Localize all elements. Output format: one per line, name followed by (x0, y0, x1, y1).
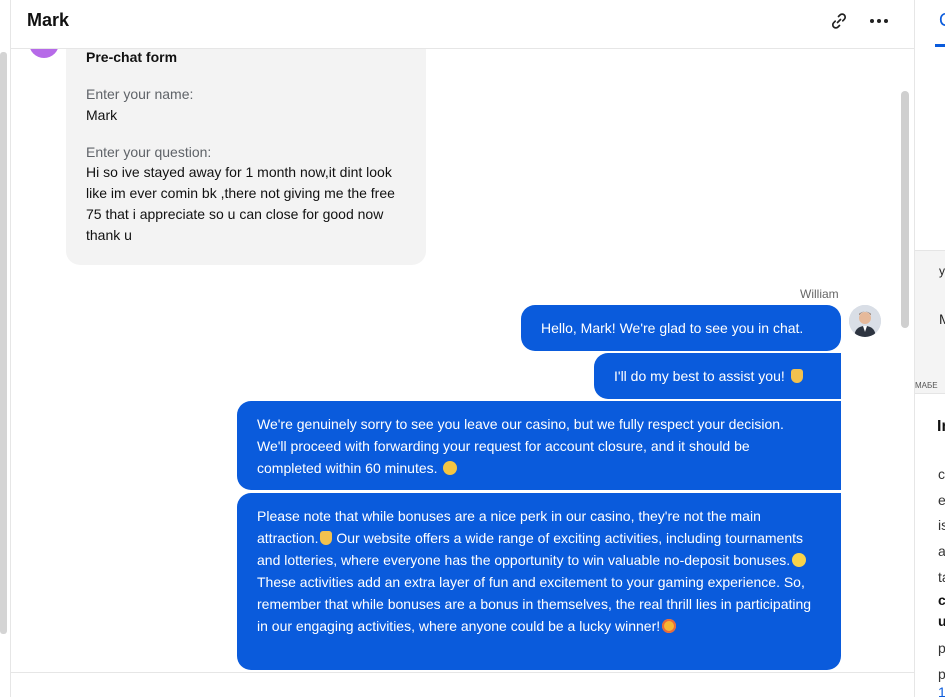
map-label: у (939, 264, 945, 278)
question-label: Enter your question: (86, 144, 212, 160)
pre-chat-form-card: Pre-chat form Enter your name: Mark Ente… (66, 30, 426, 265)
question-value: Hi so ive stayed away for 1 month now,it… (86, 164, 395, 243)
info-text: p (938, 640, 945, 656)
info-heading: In (937, 418, 945, 435)
info-text: c (938, 592, 945, 608)
info-text: is (938, 517, 945, 533)
sad-face-icon (443, 461, 458, 475)
message-text: Our website offers a wide range of excit… (257, 530, 804, 568)
star-struck-face-icon (662, 619, 677, 633)
folded-hands-icon (790, 369, 803, 383)
tab-details[interactable]: C (939, 10, 945, 31)
active-tab-indicator (935, 44, 945, 47)
name-value: Mark (86, 107, 118, 123)
contact-name: Mark (27, 10, 70, 30)
info-text: u (938, 613, 945, 629)
info-text: ta (938, 569, 945, 585)
map-label: M (939, 311, 945, 327)
info-text: a (938, 543, 945, 559)
chat-scrollbar-thumb[interactable] (901, 91, 909, 328)
info-text: e (938, 492, 945, 508)
agent-avatar (849, 305, 881, 337)
link-icon[interactable] (829, 11, 849, 31)
map-label: МАБЕ (915, 381, 938, 390)
info-text: p (938, 666, 945, 682)
agent-message: Please note that while bonuses are a nic… (237, 493, 841, 670)
agent-message: Hello, Mark! We're glad to see you in ch… (521, 305, 841, 351)
pre-chat-form-title: Pre-chat form (86, 49, 178, 65)
message-text: Hello, Mark! We're glad to see you in ch… (541, 320, 804, 336)
message-composer[interactable] (11, 672, 914, 697)
folded-hands-icon (320, 531, 333, 545)
name-label: Enter your name: (86, 86, 194, 102)
message-text: These activities add an extra layer of f… (257, 574, 812, 634)
details-panel: C у M МАБЕ In c e is a ta c u p p 1 (914, 0, 945, 697)
chat-panel: Pre-chat form Enter your name: Mark Ente… (11, 0, 914, 697)
message-text: We're genuinely sorry to see you leave o… (257, 416, 784, 476)
more-horizontal-icon[interactable] (868, 11, 890, 31)
location-map[interactable]: у M МАБЕ (915, 250, 945, 394)
agent-message: We're genuinely sorry to see you leave o… (237, 401, 841, 490)
left-scrollbar-thumb[interactable] (0, 52, 7, 634)
message-text: I'll do my best to assist you! (614, 368, 789, 384)
smiling-face-icon (792, 553, 807, 567)
chat-header: Mark (11, 0, 914, 49)
info-text: 1 (938, 684, 945, 697)
agent-message: I'll do my best to assist you! (594, 353, 841, 399)
info-text: c (938, 466, 945, 482)
agent-name: William (800, 287, 839, 301)
